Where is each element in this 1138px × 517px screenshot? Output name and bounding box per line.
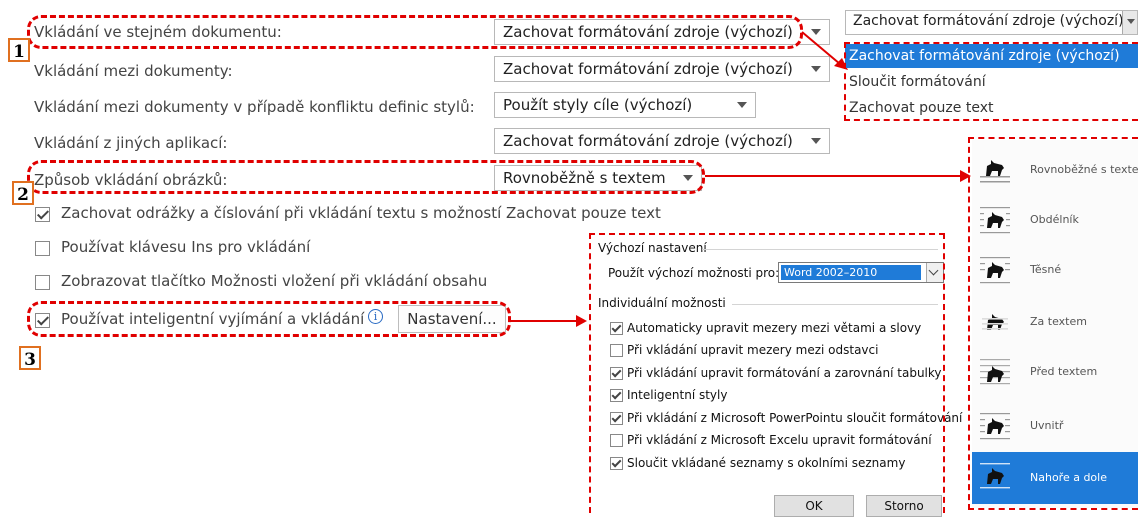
highlight-oval-3 [27, 301, 511, 337]
highlight-rect-dialog [589, 233, 945, 513]
marker-1: 1 [8, 38, 30, 62]
row-label-style-conflict: Vkládání mezi dokumenty v případě konfli… [34, 98, 475, 116]
combo-between-documents[interactable]: Zachovat formátování zdroje (výchozí) [494, 56, 830, 82]
chevron-down-icon [1127, 19, 1135, 24]
highlight-oval-1 [27, 15, 803, 49]
checkbox-keep-bullets[interactable] [35, 207, 50, 222]
marker-3: 3 [19, 346, 41, 370]
arrow-line-3 [511, 320, 579, 322]
checkbox-label-keep-bullets: Zachovat odrážky a číslování při vkládán… [61, 204, 661, 222]
checkbox-ins-key[interactable] [35, 241, 50, 256]
highlight-oval-2 [27, 160, 705, 194]
combo-value: Zachovat formátování zdroje (výchozí) [503, 60, 793, 78]
marker-2: 2 [12, 181, 34, 205]
dropdown-button[interactable] [1122, 11, 1137, 34]
checkbox-label-ins-key: Používat klávesu Ins pro vkládání [61, 238, 311, 256]
combo-value: Použít styly cíle (výchozí) [503, 96, 693, 114]
checkbox-label-paste-options-button: Zobrazovat tlačítko Možnosti vložení při… [61, 272, 488, 290]
chevron-down-icon [811, 138, 821, 144]
checkbox-paste-options-button[interactable] [35, 275, 50, 290]
paste-dropdown-combo[interactable]: Zachovat formátování zdroje (výchozí) [845, 10, 1138, 35]
combo-style-conflict[interactable]: Použít styly cíle (výchozí) [494, 92, 756, 118]
arrow-head-3 [576, 315, 587, 327]
chevron-down-icon [737, 102, 747, 108]
highlight-rect-wrap-panel [968, 137, 1138, 510]
highlight-rect-dropdown [844, 42, 1138, 121]
arrow-line-2 [705, 175, 963, 177]
combo-other-apps[interactable]: Zachovat formátování zdroje (výchozí) [494, 128, 830, 154]
row-label-between-documents: Vkládání mezi dokumenty: [34, 62, 233, 80]
combo-value: Zachovat formátování zdroje (výchozí) [853, 13, 1124, 29]
combo-value: Zachovat formátování zdroje (výchozí) [503, 132, 793, 150]
row-label-other-apps: Vkládání z jiných aplikací: [34, 134, 228, 152]
